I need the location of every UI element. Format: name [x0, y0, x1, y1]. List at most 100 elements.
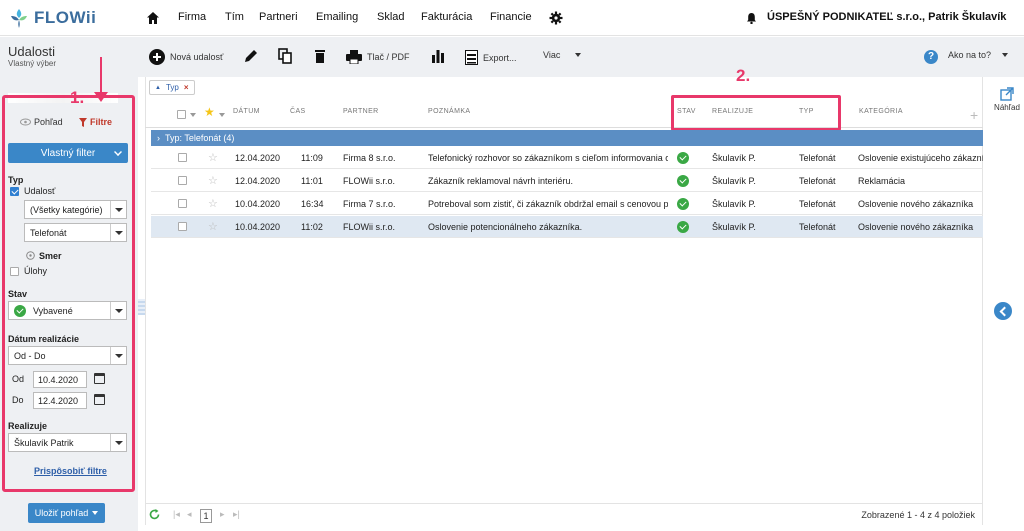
last-page-icon[interactable]: ▸|	[233, 509, 240, 520]
status-done-icon	[677, 152, 689, 164]
more-dropdown[interactable]: Viac	[543, 50, 582, 60]
cell-category: Oslovenie nového zákazníka	[858, 199, 974, 209]
chevron-down-icon	[575, 53, 582, 57]
header-date[interactable]: DÁTUM	[233, 108, 260, 115]
cell-assignee: Škulavík P.	[712, 199, 756, 209]
plus-circle-icon	[149, 49, 165, 65]
annotation-box-columns	[671, 95, 841, 131]
nav-partneri[interactable]: Partneri	[259, 11, 298, 23]
cell-partner[interactable]: FLOWii s.r.o.	[343, 176, 395, 186]
cell-date: 12.04.2020	[235, 176, 281, 186]
status-done-icon	[677, 198, 689, 210]
select-all-checkbox[interactable]	[177, 110, 186, 119]
row-checkbox[interactable]	[178, 222, 187, 231]
bell-icon[interactable]	[746, 12, 757, 24]
gear-icon[interactable]	[549, 11, 563, 25]
close-icon[interactable]: ×	[184, 83, 189, 92]
table-footer: |◂ ◂ ▸ ▸| Zobrazené 1 - 4 z 4 položiek	[145, 503, 983, 525]
cell-note: Zákazník reklamoval návrh interiéru.	[428, 176, 574, 186]
nav-sklad[interactable]: Sklad	[377, 11, 405, 23]
prev-page-icon[interactable]: ◂	[187, 509, 192, 520]
sort-up-icon: ▲	[155, 84, 161, 91]
new-event-button[interactable]: Nová udalosť	[149, 49, 223, 65]
pencil-icon[interactable]	[243, 48, 259, 64]
table-row[interactable]: ☆ 12.04.2020 11:09 Firma 8 s.r.o. Telefo…	[151, 147, 983, 169]
add-column-icon[interactable]: +	[970, 107, 978, 123]
star-outline-icon[interactable]: ☆	[208, 197, 218, 210]
header-time[interactable]: ČAS	[290, 108, 306, 115]
preview-toggle[interactable]: Náhľad	[990, 87, 1024, 112]
table-row[interactable]: ☆ 12.04.2020 11:01 FLOWii s.r.o. Zákazní…	[151, 170, 983, 192]
nav-fakturacia[interactable]: Fakturácia	[421, 11, 472, 23]
help-dropdown[interactable]: Ako na to?	[948, 50, 1009, 60]
save-view-label: Uložiť pohľad	[34, 508, 89, 518]
chevron-right-icon: ›	[157, 133, 160, 143]
print-pdf-label: Tlač / PDF	[367, 52, 410, 62]
next-page-icon[interactable]: ▸	[220, 509, 225, 520]
cell-note: Telefonický rozhovor so zákazníkom s cie…	[428, 153, 668, 163]
home-icon[interactable]	[146, 11, 160, 25]
refresh-icon[interactable]	[149, 509, 160, 520]
table-row-selected[interactable]: ☆ 10.04.2020 11:02 FLOWii s.r.o. Osloven…	[151, 216, 983, 238]
group-tag-label: Typ	[165, 83, 179, 92]
collapse-panel-button[interactable]	[994, 302, 1012, 320]
row-checkbox[interactable]	[178, 199, 187, 208]
row-checkbox[interactable]	[178, 176, 187, 185]
nav-emailing[interactable]: Emailing	[316, 11, 358, 23]
cell-time: 11:01	[301, 176, 323, 186]
sidebar-resize-handle[interactable]	[138, 299, 145, 315]
help-icon[interactable]: ?	[924, 50, 938, 64]
logo-icon	[11, 9, 27, 28]
chevron-down-icon[interactable]	[219, 113, 225, 117]
cell-type: Telefonát	[799, 176, 836, 186]
nav-financie[interactable]: Financie	[490, 11, 532, 23]
printer-icon	[346, 50, 362, 64]
cell-partner[interactable]: Firma 8 s.r.o.	[343, 153, 396, 163]
copy-icon[interactable]	[277, 48, 293, 64]
chevron-down-icon	[1002, 53, 1009, 57]
bar-chart-icon[interactable]	[430, 48, 446, 64]
header-partner[interactable]: PARTNER	[343, 108, 379, 115]
preview-label: Náhľad	[994, 103, 1020, 112]
page-subtitle: Vlastný výber	[8, 59, 57, 68]
cell-assignee: Škulavík P.	[712, 176, 756, 186]
chevron-down-icon[interactable]	[190, 113, 196, 117]
cell-category: Oslovenie nového zákazníka	[858, 222, 974, 232]
cell-partner[interactable]: FLOWii s.r.o.	[343, 222, 395, 232]
first-page-icon[interactable]: |◂	[173, 509, 180, 520]
page-title: Udalosti	[8, 44, 55, 59]
star-icon[interactable]: ★	[204, 105, 215, 119]
flowii-logo[interactable]: FLOWii	[8, 7, 96, 29]
header-category[interactable]: KATEGÓRIA	[859, 108, 903, 115]
export-label: Export...	[483, 52, 517, 63]
cell-type: Telefonát	[799, 199, 836, 209]
group-tag-type[interactable]: ▲ Typ ×	[149, 80, 195, 95]
cell-date: 10.04.2020	[235, 222, 281, 232]
cell-time: 11:02	[301, 222, 323, 232]
nav-tim[interactable]: Tím	[225, 11, 244, 23]
cell-type: Telefonát	[799, 222, 836, 232]
row-checkbox[interactable]	[178, 153, 187, 162]
more-label: Viac	[543, 50, 561, 60]
cell-note: Potreboval som zistiť, či zákazník obdrž…	[428, 199, 668, 209]
status-done-icon	[677, 175, 689, 187]
page-number[interactable]: 1	[200, 509, 212, 523]
export-button[interactable]: Export...	[465, 50, 517, 65]
save-view-button[interactable]: Uložiť pohľad	[28, 503, 105, 523]
company-user-name[interactable]: ÚSPEŠNÝ PODNIKATEĽ s.r.o., Patrik Škulav…	[767, 11, 1006, 23]
cell-type: Telefonát	[799, 153, 836, 163]
nav-firma[interactable]: Firma	[178, 11, 206, 23]
star-outline-icon[interactable]: ☆	[208, 220, 218, 233]
star-outline-icon[interactable]: ☆	[208, 151, 218, 164]
cell-partner[interactable]: Firma 7 s.r.o.	[343, 199, 396, 209]
group-header-row[interactable]: › Typ: Telefonát (4)	[151, 130, 983, 146]
cell-date: 12.04.2020	[235, 153, 281, 163]
star-outline-icon[interactable]: ☆	[208, 174, 218, 187]
annotation-marker-2: 2.	[736, 66, 751, 85]
print-pdf-button[interactable]: Tlač / PDF	[346, 50, 410, 64]
header-note[interactable]: POZNÁMKA	[428, 108, 470, 115]
trash-icon[interactable]	[312, 48, 328, 64]
cell-date: 10.04.2020	[235, 199, 281, 209]
spreadsheet-icon	[465, 50, 478, 65]
table-row[interactable]: ☆ 10.04.2020 16:34 Firma 7 s.r.o. Potreb…	[151, 193, 983, 215]
